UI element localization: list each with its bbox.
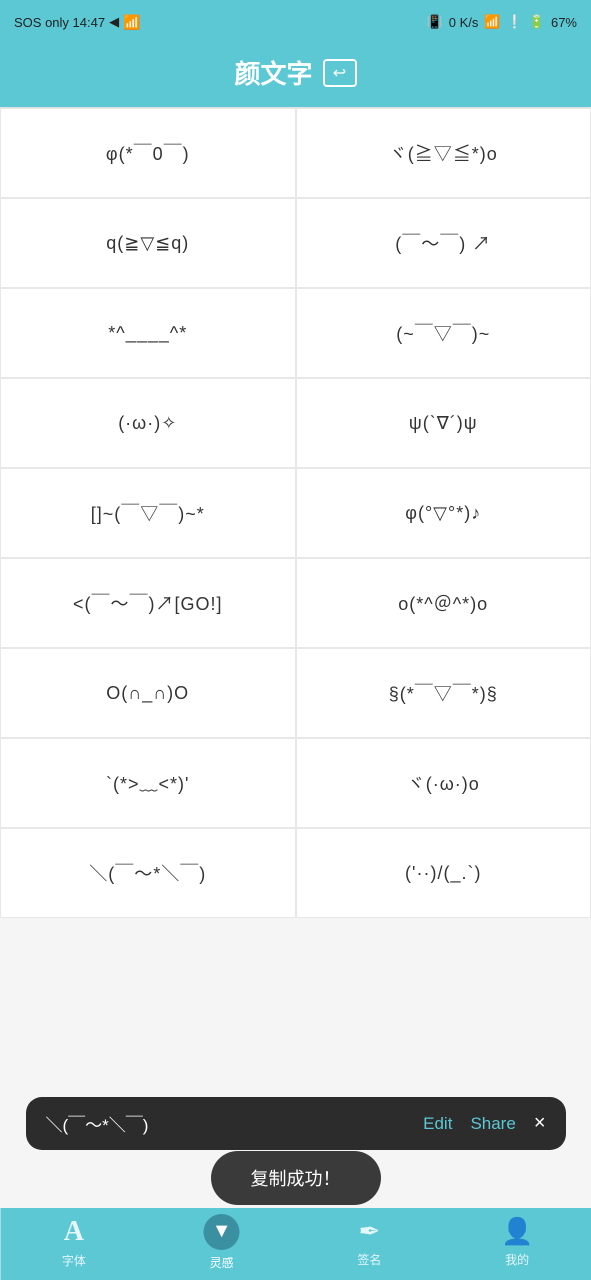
popup-selected-text: ＼(￣～*＼￣) bbox=[46, 1111, 424, 1136]
wifi-icon: 📶 bbox=[484, 14, 500, 30]
emoji-cell-2[interactable]: q(≧▽≦q) bbox=[0, 198, 296, 288]
emoji-cell-12[interactable]: O(∩_∩)O bbox=[0, 648, 296, 738]
nav-item-signature[interactable]: ✒ 签名 bbox=[296, 1216, 444, 1268]
battery-text: 67% bbox=[551, 15, 577, 30]
emoji-cell-8[interactable]: []~(￣▽￣)~* bbox=[0, 468, 296, 558]
ks-text: 0 K/s bbox=[449, 15, 479, 30]
nav-item-mine[interactable]: 👤 我的 bbox=[443, 1216, 591, 1268]
popup-edit-button[interactable]: Edit bbox=[423, 1114, 452, 1134]
signal-icon: 📶 bbox=[123, 14, 140, 31]
font-icon: A bbox=[64, 1216, 84, 1248]
popup-close-button[interactable]: × bbox=[534, 1112, 546, 1135]
nav-label-mine: 我的 bbox=[505, 1251, 529, 1268]
nav-label-font: 字体 bbox=[62, 1252, 86, 1269]
popup-actions: Edit Share × bbox=[423, 1112, 545, 1135]
header-refresh-icon[interactable]: ↩ bbox=[323, 59, 357, 87]
emoji-cell-0[interactable]: φ(*￣0￣) bbox=[0, 108, 296, 198]
status-text: SOS only 14:47 bbox=[14, 15, 105, 30]
active-indicator: ▼ bbox=[204, 1214, 240, 1250]
toast: 复制成功！ bbox=[211, 1151, 381, 1205]
toast-text: 复制成功！ bbox=[251, 1169, 341, 1189]
popup-share-button[interactable]: Share bbox=[470, 1114, 515, 1134]
emoji-cell-15[interactable]: ヾ(·ω·)o bbox=[296, 738, 591, 828]
header-title: 颜文字 bbox=[234, 54, 312, 91]
nav-item-font[interactable]: A 字体 bbox=[0, 1216, 148, 1269]
emoji-cell-14[interactable]: `(*>﹏<*)' bbox=[0, 738, 296, 828]
battery-icon: 🔋 bbox=[529, 14, 545, 30]
emoji-cell-5[interactable]: (~￣▽￣)~ bbox=[296, 288, 591, 378]
mine-icon: 👤 bbox=[501, 1216, 533, 1247]
emoji-cell-11[interactable]: o(*^＠^*)o bbox=[296, 558, 591, 648]
emoji-cell-4[interactable]: *^____^* bbox=[0, 288, 296, 378]
alert-icon: ❕ bbox=[507, 14, 523, 30]
popup-bar: ＼(￣～*＼￣) Edit Share × bbox=[26, 1097, 566, 1150]
signature-icon: ✒ bbox=[358, 1216, 380, 1247]
emoji-cell-7[interactable]: ψ(`∇´)ψ bbox=[296, 378, 591, 468]
location-icon: ◀ bbox=[109, 14, 119, 30]
emoji-cell-3[interactable]: (￣～￣) ↗ bbox=[296, 198, 591, 288]
nav-label-signature: 签名 bbox=[357, 1251, 381, 1268]
status-right: 📳 0 K/s 📶 ❕ 🔋 67% bbox=[427, 14, 577, 30]
bottom-nav: A 字体 ▼ 灵感 ✒ 签名 👤 我的 bbox=[0, 1208, 591, 1280]
inspiration-icon: ▼ bbox=[212, 1220, 232, 1243]
status-bar: SOS only 14:47 ◀ 📶 📳 0 K/s 📶 ❕ 🔋 67% bbox=[0, 0, 591, 44]
emoji-cell-17[interactable]: ('··)/(_.`) bbox=[296, 828, 591, 918]
vibrate-icon: 📳 bbox=[427, 14, 443, 30]
emoji-cell-10[interactable]: <(￣～￣)↗[GO!] bbox=[0, 558, 296, 648]
emoji-grid: φ(*￣0￣) ヾ(≧▽≦*)o q(≧▽≦q) (￣～￣) ↗ *^____^… bbox=[0, 107, 591, 918]
emoji-cell-6[interactable]: (·ω·)✧ bbox=[0, 378, 296, 468]
emoji-cell-13[interactable]: §(*￣▽￣*)§ bbox=[296, 648, 591, 738]
emoji-cell-9[interactable]: φ(°▽°*)♪ bbox=[296, 468, 591, 558]
header: 颜文字 ↩ bbox=[0, 44, 591, 107]
emoji-cell-16[interactable]: ＼(￣～*＼￣) bbox=[0, 828, 296, 918]
nav-item-inspiration[interactable]: ▼ 灵感 bbox=[148, 1214, 296, 1271]
nav-label-inspiration: 灵感 bbox=[210, 1254, 234, 1271]
emoji-cell-1[interactable]: ヾ(≧▽≦*)o bbox=[296, 108, 591, 198]
status-left: SOS only 14:47 ◀ 📶 bbox=[14, 14, 141, 31]
